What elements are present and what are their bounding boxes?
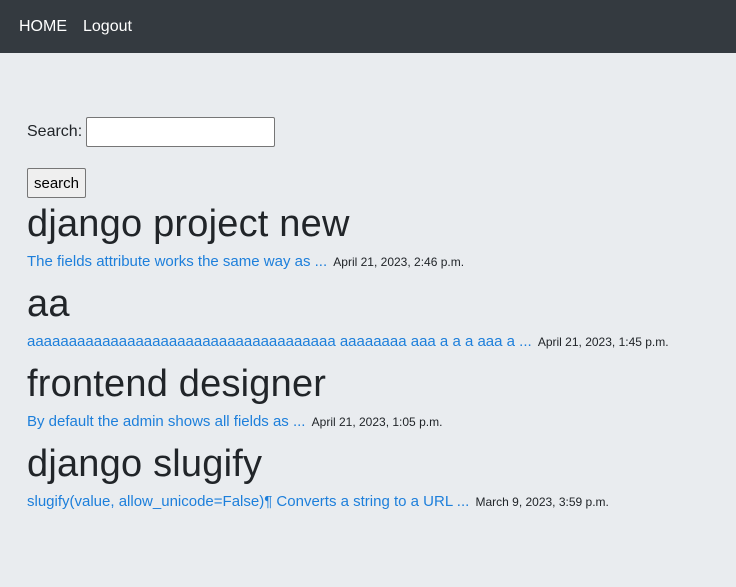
post-meta: By default the admin shows all fields as… [27,406,716,438]
post-item: aa aaaaaaaaaaaaaaaaaaaaaaaaaaaaaaaaaaaaa… [27,283,716,358]
post-item: django project new The fields attribute … [27,203,716,278]
post-list: django project new The fields attribute … [27,203,716,518]
nav-home-link[interactable]: HOME [19,18,67,36]
post-meta: slugify(value, allow_unicode=False)¶ Con… [27,486,716,518]
post-date: April 21, 2023, 1:05 p.m. [311,415,443,429]
post-title: django slugify [27,443,263,485]
search-form: Search: search [27,117,716,198]
post-date: April 21, 2023, 2:46 p.m. [333,255,465,269]
search-label: Search: [27,123,83,140]
post-meta: aaaaaaaaaaaaaaaaaaaaaaaaaaaaaaaaaaaaa aa… [27,326,716,358]
post-date: April 21, 2023, 1:45 p.m. [537,335,669,349]
search-button[interactable]: search [27,168,87,198]
post-item: frontend designer By default the admin s… [27,363,716,438]
nav-logout-link[interactable]: Logout [83,18,132,36]
post-date: March 9, 2023, 3:59 p.m. [475,495,609,509]
post-excerpt-link[interactable]: slugify(value, allow_unicode=False)¶ Con… [27,493,469,510]
top-navbar: HOME Logout [0,0,736,53]
search-input[interactable] [86,117,276,147]
post-excerpt-link[interactable]: The fields attribute works the same way … [27,253,327,270]
post-excerpt-link[interactable]: By default the admin shows all fields as… [27,413,305,430]
search-row: Search: [27,117,716,147]
post-meta: The fields attribute works the same way … [27,246,716,278]
post-title: frontend designer [27,363,327,405]
post-excerpt-link[interactable]: aaaaaaaaaaaaaaaaaaaaaaaaaaaaaaaaaaaaa aa… [27,333,532,350]
post-item: django slugify slugify(value, allow_unic… [27,443,716,518]
post-title: aa [27,283,70,325]
post-title: django project new [27,203,350,245]
main-content: Search: search django project new The fi… [0,117,736,518]
